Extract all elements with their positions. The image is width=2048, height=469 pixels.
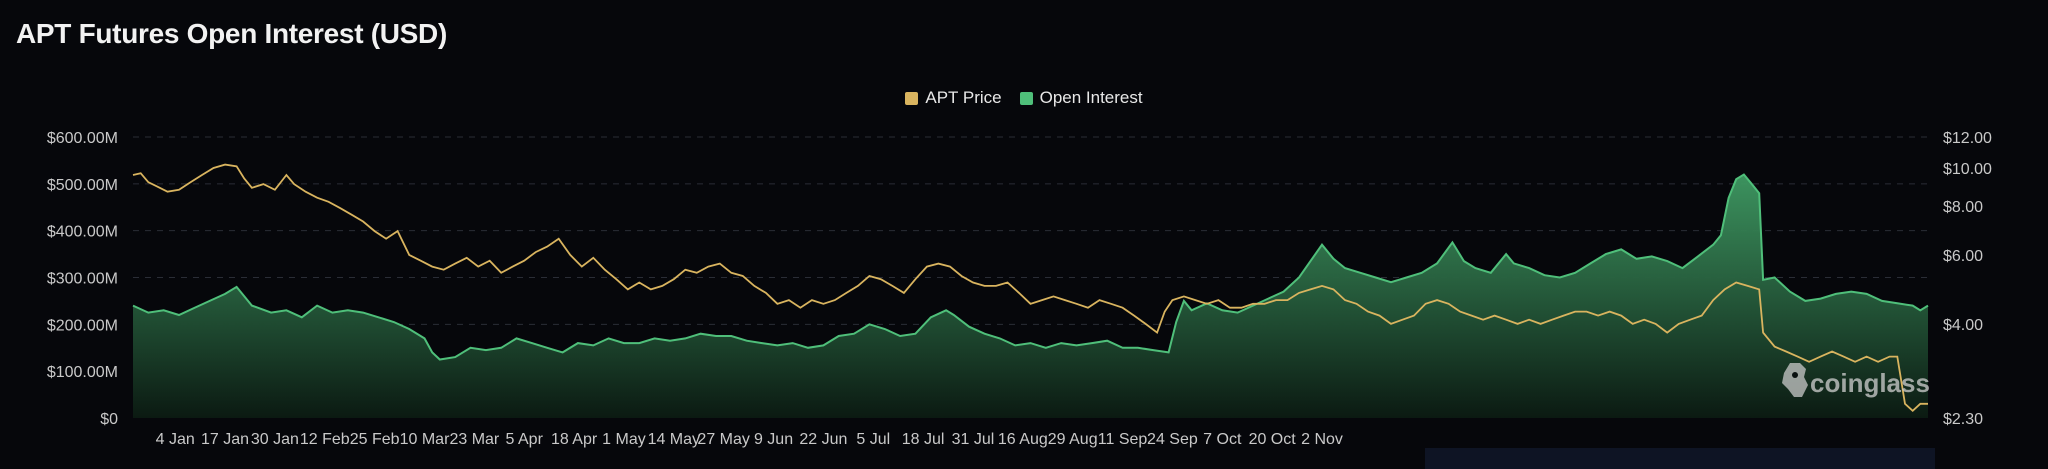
- y-left-tick-label: $100.00M: [47, 364, 118, 381]
- y-left-tick-label: $200.00M: [47, 317, 118, 334]
- x-tick-label: 4 Jan: [156, 431, 195, 448]
- y-right-tick-label: $4.00: [1943, 317, 1983, 334]
- x-tick-label: 9 Jun: [754, 431, 793, 448]
- chart-canvas[interactable]: $0 $100.00M $200.00M $300.00M $400.00M $500.0…: [0, 0, 2048, 469]
- y-axis-right: $2.30 $4.00 $6.00 $8.00 $10.00 $12.00: [1943, 130, 1992, 428]
- y-right-tick-label: $8.00: [1943, 199, 1983, 216]
- y-right-tick-label: $12.00: [1943, 130, 1992, 147]
- bottom-scroll-strip[interactable]: [1425, 448, 1935, 469]
- x-axis: 4 Jan 17 Jan 30 Jan 12 Feb 25 Feb 10 Mar 23 Ma…: [156, 431, 1343, 448]
- y-left-tick-label: $300.00M: [47, 271, 118, 288]
- y-left-tick-label: $600.00M: [47, 130, 118, 147]
- y-left-tick-label: $400.00M: [47, 224, 118, 241]
- watermark-text: coinglass: [1810, 368, 1930, 398]
- x-tick-label: 7 Oct: [1203, 431, 1242, 448]
- x-tick-label: 30 Jan: [251, 431, 299, 448]
- x-tick-label: 10 Mar: [400, 431, 450, 448]
- x-tick-label: 14 May: [648, 431, 700, 448]
- x-tick-label: 22 Jun: [799, 431, 847, 448]
- x-tick-label: 16 Aug: [998, 431, 1048, 448]
- x-tick-label: 17 Jan: [201, 431, 249, 448]
- y-right-tick-label: $6.00: [1943, 248, 1983, 265]
- x-tick-label: 2 Nov: [1301, 431, 1343, 448]
- y-axis-left: $0 $100.00M $200.00M $300.00M $400.00M $500.0…: [47, 130, 118, 428]
- y-right-tick-label: $10.00: [1943, 161, 1992, 178]
- x-tick-label: 18 Apr: [551, 431, 598, 448]
- x-tick-label: 27 May: [697, 431, 749, 448]
- x-tick-label: 5 Apr: [506, 431, 544, 448]
- x-tick-label: 20 Oct: [1249, 431, 1297, 448]
- x-tick-label: 12 Feb: [300, 431, 350, 448]
- y-right-tick-label: $2.30: [1943, 411, 1983, 428]
- x-tick-label: 25 Feb: [350, 431, 400, 448]
- y-left-tick-label: $500.00M: [47, 177, 118, 194]
- x-tick-label: 1 May: [602, 431, 646, 448]
- x-tick-label: 31 Jul: [952, 431, 995, 448]
- x-tick-label: 29 Aug: [1048, 431, 1098, 448]
- x-tick-label: 5 Jul: [856, 431, 890, 448]
- open-interest-area: [133, 174, 1928, 418]
- x-tick-label: 24 Sep: [1147, 431, 1198, 448]
- x-tick-label: 11 Sep: [1098, 431, 1148, 448]
- x-tick-label: 23 Mar: [449, 431, 499, 448]
- x-tick-label: 18 Jul: [902, 431, 945, 448]
- y-left-tick-label: $0: [100, 411, 118, 428]
